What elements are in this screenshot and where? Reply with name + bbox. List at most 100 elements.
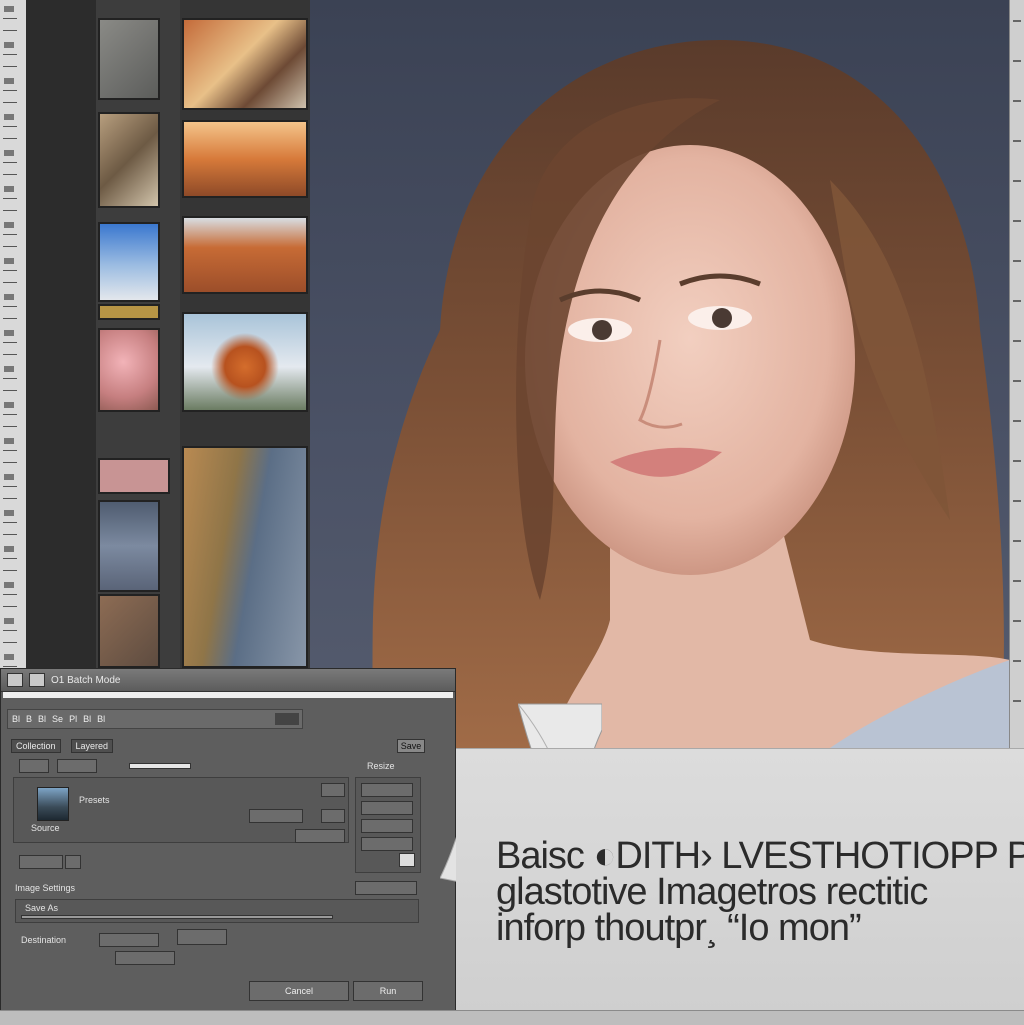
tab-layered[interactable]: Layered (70, 739, 114, 753)
destination-browse-button[interactable] (177, 929, 227, 945)
ruler-tick (3, 90, 17, 91)
ruler-tick (4, 366, 14, 372)
thumbnail-rock[interactable] (98, 18, 160, 100)
thumbnail-autumn[interactable] (98, 594, 160, 668)
ruler-tick (3, 570, 17, 571)
film-strip[interactable] (96, 0, 180, 668)
ruler-tick (3, 426, 17, 427)
ruler-tick (3, 162, 17, 163)
scroll-tick (1013, 60, 1021, 62)
save-as-progress (21, 915, 333, 919)
toolbar-item[interactable]: Bl (83, 714, 91, 724)
ruler-tick (3, 462, 17, 463)
ruler-tick (3, 642, 17, 643)
image-tree-meadow[interactable] (182, 312, 308, 412)
ruler-tick (4, 258, 14, 264)
dialog-title: O1 Batch Mode (51, 674, 121, 686)
save-button[interactable]: Save (397, 739, 425, 753)
ruler-tick (3, 306, 17, 307)
toolbar-item[interactable]: Bl (12, 714, 20, 724)
destination-field[interactable] (99, 933, 159, 947)
cancel-button[interactable]: Cancel (249, 981, 349, 1001)
thumbnail-pink[interactable] (98, 458, 170, 494)
option-button[interactable] (361, 801, 413, 815)
image-settings-button[interactable] (355, 881, 417, 895)
ruler-tick (3, 594, 17, 595)
ruler-tick (3, 450, 17, 451)
dialog-app-icon (7, 673, 23, 687)
image-orange-forest[interactable] (182, 216, 308, 294)
ruler-tick (3, 318, 17, 319)
thumbnail-lake[interactable] (98, 500, 160, 592)
ruler-tick (4, 582, 14, 588)
scroll-tick (1013, 420, 1021, 422)
source-dropdown[interactable] (19, 759, 49, 773)
toolbar-item[interactable]: Bl (38, 714, 46, 724)
ruler-tick (3, 378, 17, 379)
status-bar (0, 1010, 1024, 1025)
option-checkbox[interactable] (399, 853, 415, 867)
ruler-tick (4, 438, 14, 444)
ruler-tick (4, 6, 14, 12)
run-button[interactable]: Run (353, 981, 423, 1001)
thumbnail-cliff[interactable] (98, 112, 160, 208)
scroll-tick (1013, 700, 1021, 702)
option-button[interactable] (361, 819, 413, 833)
scroll-tick (1013, 380, 1021, 382)
ruler-tick (3, 282, 17, 283)
scroll-tick (1013, 20, 1021, 22)
ruler-tick (4, 294, 14, 300)
ruler-tick (3, 606, 17, 607)
ruler-tick (3, 270, 17, 271)
thumbnail-blossom[interactable] (98, 328, 160, 412)
preset-add-button[interactable] (321, 783, 345, 797)
ruler-tick (3, 18, 17, 19)
ruler-tick (4, 150, 14, 156)
toolbar-item[interactable]: Pl (69, 714, 77, 724)
quality-slider[interactable] (129, 763, 191, 769)
dialog-titlebar[interactable]: O1 Batch Mode (1, 669, 455, 692)
vertical-scrollbar[interactable] (1009, 0, 1024, 748)
ruler-tick (4, 510, 14, 516)
settings-chevron[interactable] (65, 855, 81, 869)
image-sunset-trees[interactable] (182, 120, 308, 198)
preset-remove-button[interactable] (321, 809, 345, 823)
preview-thumbnail (37, 787, 69, 821)
option-button[interactable] (361, 837, 413, 851)
preset-field[interactable] (249, 809, 303, 823)
scroll-tick (1013, 140, 1021, 142)
scroll-tick (1013, 220, 1021, 222)
ruler-tick (3, 234, 17, 235)
tools-panel (26, 0, 97, 668)
image-grid[interactable] (180, 0, 312, 668)
settings-field[interactable] (19, 855, 63, 869)
row-label-destination: Destination (21, 935, 67, 945)
destination-path[interactable] (115, 951, 175, 965)
ruler-tick (3, 414, 17, 415)
toolbar-item[interactable]: B (26, 714, 32, 724)
format-dropdown[interactable] (57, 759, 97, 773)
ruler-tick (3, 66, 17, 67)
scroll-tick (1013, 100, 1021, 102)
toolbar-item[interactable]: Bl (97, 714, 105, 724)
image-autumn-road[interactable] (182, 18, 308, 110)
tab-collection[interactable]: Collection (11, 739, 61, 753)
thumbnail-sky[interactable] (98, 222, 160, 302)
thumbnail-field[interactable] (98, 304, 160, 320)
image-river[interactable] (182, 446, 308, 668)
headline-line-3: inforp thoutpr¸ “Io mon” (496, 907, 862, 949)
scroll-tick (1013, 300, 1021, 302)
ruler-tick (3, 174, 17, 175)
dialog-menu-strip (3, 692, 453, 698)
ruler-tick (4, 402, 14, 408)
ruler-tick (4, 654, 14, 660)
scroll-tick (1013, 620, 1021, 622)
browse-button[interactable] (295, 829, 345, 843)
source-label: Source (31, 823, 60, 833)
ruler-tick (3, 210, 17, 211)
option-button[interactable] (361, 783, 413, 797)
ruler-tick (4, 186, 14, 192)
ruler-tick (3, 246, 17, 247)
toolbar-item[interactable]: Se (52, 714, 63, 724)
resize-label: Resize (367, 761, 395, 771)
